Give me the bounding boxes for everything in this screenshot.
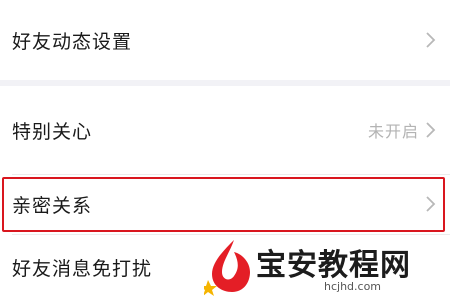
- settings-screen: 好友动态设置 特别关心 未开启 亲密关系 好友消息免打扰 宝安教程网 hcjhd…: [0, 0, 450, 300]
- special-care-row[interactable]: 特别关心 未开启: [0, 86, 450, 174]
- chevron-right-icon: [426, 122, 436, 138]
- row-right: 未开启: [368, 118, 436, 142]
- special-care-label: 特别关心: [12, 120, 93, 143]
- highlight-box: [2, 177, 445, 232]
- chevron-right-icon: [426, 32, 436, 48]
- watermark: 宝安教程网 hcjhd.com: [204, 236, 450, 300]
- watermark-url: hcjhd.com: [324, 280, 382, 293]
- friend-feed-settings-label: 好友动态设置: [12, 30, 133, 53]
- row-right: [425, 31, 436, 49]
- friend-message-mute-label: 好友消息免打扰: [12, 257, 153, 280]
- friend-feed-settings-row[interactable]: 好友动态设置: [0, 0, 450, 80]
- settings-group-top: 好友动态设置: [0, 0, 450, 80]
- special-care-status: 未开启: [367, 122, 419, 141]
- watermark-name: 宝安教程网: [256, 248, 411, 283]
- watermark-logo-icon: [204, 240, 250, 296]
